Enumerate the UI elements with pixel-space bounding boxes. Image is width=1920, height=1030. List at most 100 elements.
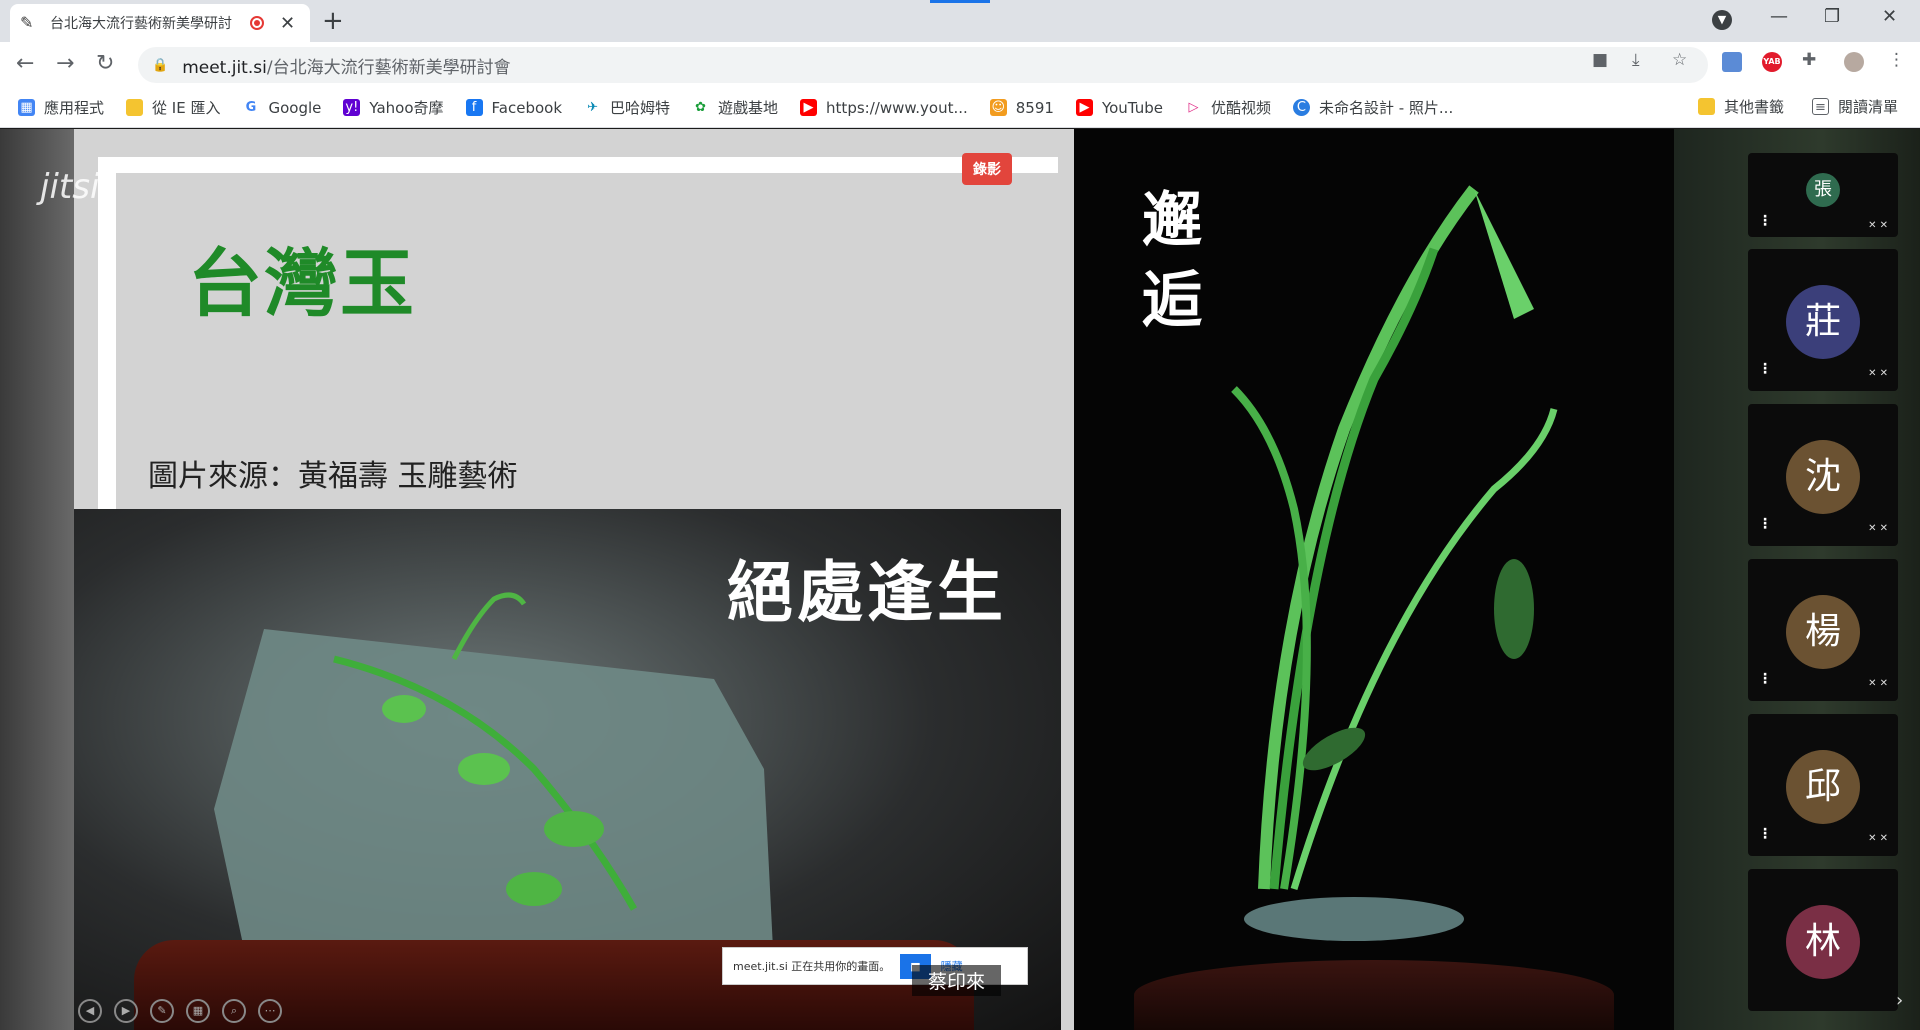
mic-camera-muted-icon: ✕ ✕ bbox=[1868, 833, 1888, 844]
address-bar[interactable]: 🔒 meet.jit.si/台北海大流行藝術新美學研討會 bbox=[138, 47, 1708, 83]
participant-tile[interactable]: 邱 ⋮ ✕ ✕ bbox=[1748, 714, 1898, 856]
tile-menu-icon[interactable]: ⋮ bbox=[1758, 361, 1772, 377]
pen-icon[interactable]: ✎ bbox=[150, 999, 174, 1023]
tile-menu-icon[interactable]: ⋮ bbox=[1758, 516, 1772, 532]
participant-avatar: 張 bbox=[1806, 173, 1840, 207]
browser-tab[interactable]: ✎ 台北海大流行藝術新美學研討 ✕ bbox=[10, 4, 310, 42]
minimize-button[interactable]: — bbox=[1770, 6, 1788, 27]
share-notice-text: meet.jit.si 正在共用你的畫面。 bbox=[733, 960, 891, 973]
zoom-icon[interactable]: ⌕ bbox=[222, 999, 246, 1023]
jitsi-favicon-icon: ✎ bbox=[20, 13, 34, 32]
bookmark-label: 應用程式 bbox=[44, 99, 105, 117]
restore-button[interactable]: ❐ bbox=[1824, 6, 1840, 27]
participant-tile[interactable]: 楊 ⋮ ✕ ✕ bbox=[1748, 559, 1898, 701]
youtube-icon: ▶ bbox=[1075, 99, 1093, 116]
bookmark-5[interactable]: ✈ 巴哈姆特 bbox=[584, 97, 670, 118]
bookmark-label: Yahoo奇摩 bbox=[369, 99, 444, 117]
bookmark-11[interactable]: C 未命名設計 - 照片... bbox=[1292, 97, 1454, 118]
reading-list[interactable]: ≡ 閱讀清單 bbox=[1812, 96, 1898, 117]
speaker-name-tag: 蔡印來 bbox=[912, 965, 1002, 996]
facebook-icon: f bbox=[465, 99, 483, 116]
mic-camera-muted-icon: ✕ ✕ bbox=[1868, 368, 1888, 379]
more-options-icon[interactable]: ⋯ bbox=[258, 999, 282, 1023]
bookmark-label: 未命名設計 - 照片... bbox=[1318, 99, 1454, 117]
tile-menu-icon[interactable]: ⋮ bbox=[1758, 826, 1772, 842]
youtube-icon: ▶ bbox=[800, 99, 818, 116]
mic-camera-muted-icon: ✕ ✕ bbox=[1868, 678, 1888, 689]
reload-icon[interactable]: ↻ bbox=[96, 51, 114, 76]
bookmark-9[interactable]: ▶ YouTube bbox=[1075, 98, 1163, 117]
chevron-right-icon[interactable]: › bbox=[1896, 990, 1903, 1011]
close-window-button[interactable]: ✕ bbox=[1882, 6, 1897, 27]
grid-view-icon[interactable]: ▦ bbox=[186, 999, 210, 1023]
8591-icon: ☺ bbox=[989, 99, 1007, 116]
bookmark-3[interactable]: y! Yahoo奇摩 bbox=[343, 97, 444, 118]
bookmarks-bar: ▦ 應用程式 從 IE 匯入 G Google y! Yahoo奇摩 f Faceboo… bbox=[0, 88, 1920, 128]
url-host: meet.jit.si bbox=[182, 57, 267, 78]
menu-kebab-icon[interactable]: ⋮ bbox=[1888, 50, 1905, 70]
bookmark-0[interactable]: ▦ 應用程式 bbox=[18, 97, 104, 118]
bookmark-label: https://www.yout... bbox=[826, 98, 968, 117]
tab-search-icon[interactable]: ▼ bbox=[1712, 10, 1732, 30]
extension-doc-icon[interactable] bbox=[1722, 52, 1742, 72]
tile-menu-icon[interactable]: ⋮ bbox=[1758, 671, 1772, 687]
bookmark-label: 遊戲基地 bbox=[718, 99, 779, 117]
back-icon[interactable]: ← bbox=[16, 51, 34, 76]
bookmark-label: 從 IE 匯入 bbox=[152, 99, 221, 117]
bookmark-6[interactable]: ✿ 遊戲基地 bbox=[692, 97, 778, 118]
jitsi-logo[interactable]: jitsi bbox=[40, 167, 99, 207]
url-text: meet.jit.si/台北海大流行藝術新美學研討會 bbox=[182, 53, 510, 78]
forward-icon[interactable]: → bbox=[56, 51, 74, 76]
canva-icon: C bbox=[1292, 99, 1310, 116]
other-bookmarks-label: 其他書籤 bbox=[1724, 98, 1785, 116]
bookmark-label: 优酷视频 bbox=[1210, 99, 1271, 117]
slide-title: 台灣玉 bbox=[188, 241, 416, 327]
participant-tile[interactable]: 沈 ⋮ ✕ ✕ bbox=[1748, 404, 1898, 546]
bookmark-label: Google bbox=[268, 98, 322, 117]
bookmark-1[interactable]: 從 IE 匯入 bbox=[126, 97, 220, 118]
reading-list-label: 閱讀清單 bbox=[1838, 98, 1899, 116]
tab-title: 台北海大流行藝術新美學研討 bbox=[50, 16, 232, 32]
bookmark-star-icon[interactable]: ☆ bbox=[1672, 50, 1687, 70]
folder-icon bbox=[126, 99, 144, 116]
install-icon[interactable]: ⤓ bbox=[1632, 50, 1640, 70]
participant-tile[interactable]: 莊 ⋮ ✕ ✕ bbox=[1748, 249, 1898, 391]
jade-photo-2: 邂逅 bbox=[1074, 129, 1674, 1030]
participant-avatar: 林 bbox=[1786, 905, 1860, 979]
bookmark-8[interactable]: ☺ 8591 bbox=[989, 98, 1054, 117]
gamebase-icon: ✿ bbox=[692, 99, 710, 116]
new-tab-button[interactable]: + bbox=[322, 6, 344, 36]
extensions-puzzle-icon[interactable]: ✚ bbox=[1802, 50, 1816, 70]
prev-slide-icon[interactable]: ◀ bbox=[78, 999, 102, 1023]
other-bookmarks[interactable]: 其他書籤 bbox=[1698, 96, 1784, 117]
bookmark-label: YouTube bbox=[1101, 98, 1163, 117]
bookmark-2[interactable]: G Google bbox=[242, 99, 321, 117]
youku-icon: ▷ bbox=[1184, 99, 1202, 116]
bookmark-label: 8591 bbox=[1015, 98, 1054, 117]
recording-indicator-icon bbox=[250, 16, 264, 30]
tile-menu-icon[interactable]: ⋮ bbox=[1758, 213, 1772, 229]
extension-yab-icon[interactable]: YAB bbox=[1762, 52, 1782, 72]
folder-icon bbox=[1698, 98, 1715, 115]
recording-badge: 錄影 bbox=[962, 153, 1012, 185]
apps-grid-icon: ▦ bbox=[18, 99, 35, 116]
close-tab-icon[interactable]: ✕ bbox=[280, 13, 295, 34]
bookmark-4[interactable]: f Facebook bbox=[465, 98, 563, 117]
lock-icon[interactable]: 🔒 bbox=[152, 58, 168, 73]
participant-avatar: 楊 bbox=[1786, 595, 1860, 669]
yahoo-icon: y! bbox=[343, 99, 361, 116]
bookmark-label: 巴哈姆特 bbox=[610, 99, 671, 117]
camera-icon[interactable]: ■ bbox=[1592, 50, 1608, 70]
slide-controls: ◀ ▶ ✎ ▦ ⌕ ⋯ bbox=[78, 999, 294, 1023]
participant-tile[interactable]: 張 ⋮ ✕ ✕ bbox=[1748, 153, 1898, 237]
mic-camera-muted-icon: ✕ ✕ bbox=[1868, 220, 1888, 231]
profile-avatar[interactable] bbox=[1844, 52, 1864, 72]
participant-avatar: 莊 bbox=[1786, 285, 1860, 359]
participant-tile[interactable]: 林 bbox=[1748, 869, 1898, 1011]
bookmark-10[interactable]: ▷ 优酷视频 bbox=[1184, 97, 1271, 118]
next-slide-icon[interactable]: ▶ bbox=[114, 999, 138, 1023]
bookmark-label: Facebook bbox=[491, 98, 563, 117]
participant-avatar: 邱 bbox=[1786, 750, 1860, 824]
bookmark-7[interactable]: ▶ https://www.yout... bbox=[800, 99, 968, 117]
google-icon: G bbox=[242, 99, 260, 116]
